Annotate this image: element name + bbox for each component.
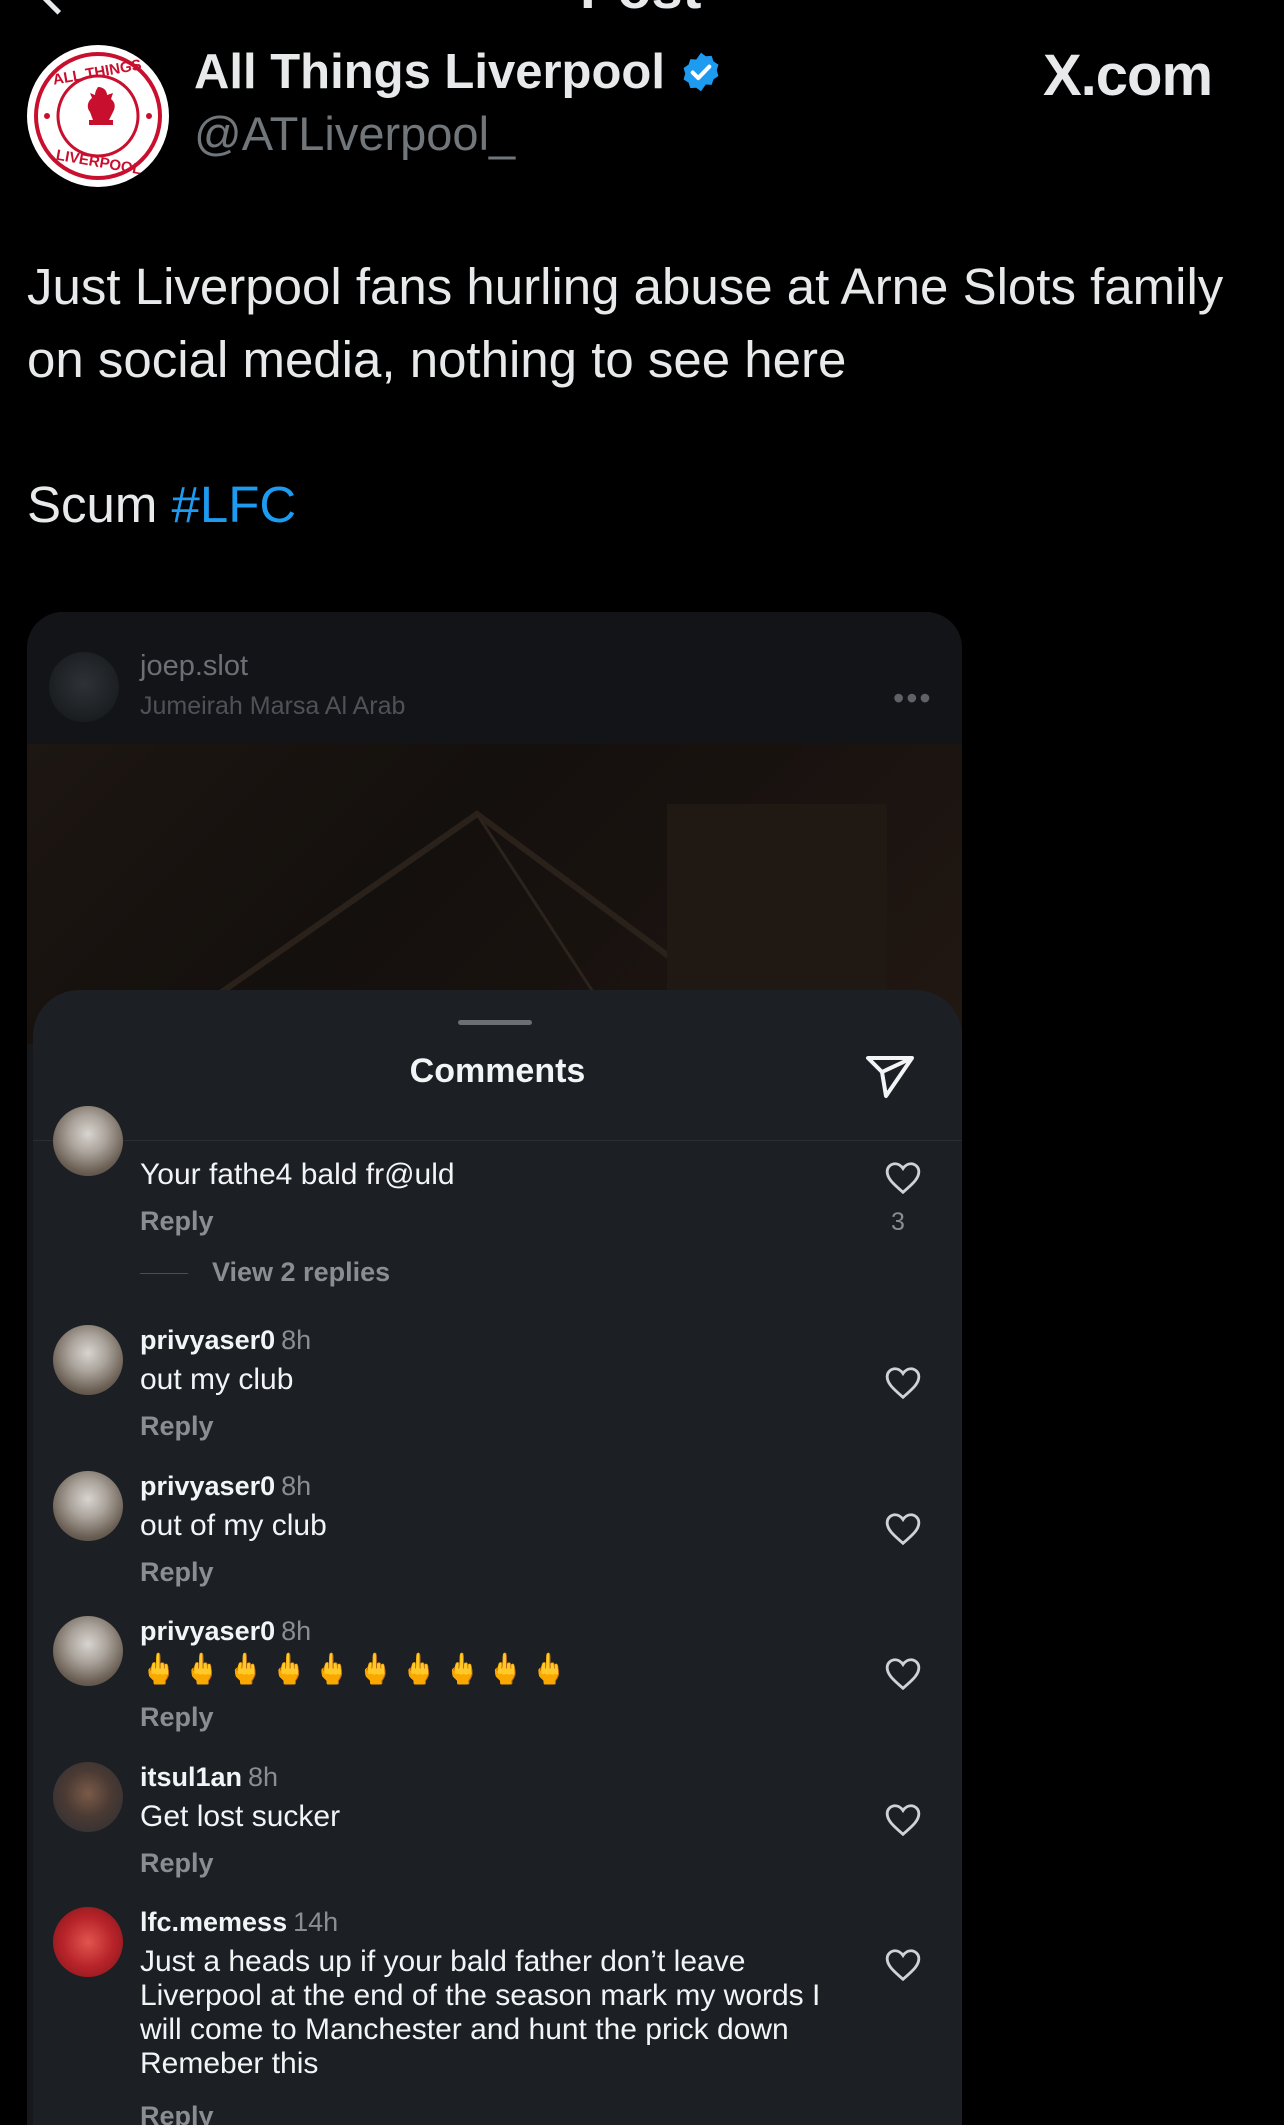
commenter-avatar[interactable] <box>53 1471 123 1541</box>
more-icon: ••• <box>893 680 933 716</box>
ig-username: joep.slot <box>140 650 249 682</box>
commenter-username: itsul1an 8h <box>140 1762 279 1792</box>
tweet-tag-line: Scum #LFC <box>27 468 296 541</box>
commenter-avatar[interactable] <box>53 1907 123 1977</box>
reply-button[interactable]: Reply <box>140 1557 214 1588</box>
commenter-avatar[interactable] <box>53 1106 123 1176</box>
comments-title: Comments <box>409 1052 586 1090</box>
comment-text: Just a heads up if your bald father don’… <box>140 1945 821 2080</box>
tweet-line: Just Liverpool fans hurling abuse at Arn… <box>27 258 1224 388</box>
back-arrow-icon[interactable] <box>38 0 77 15</box>
liverpool-badge-icon: ALL THINGS LIVERPOOL <box>29 47 167 185</box>
comment-emojis: 🖕🖕🖕🖕🖕🖕🖕🖕🖕🖕 <box>140 1653 574 1686</box>
hashtag-link[interactable]: #LFC <box>172 476 297 533</box>
verified-badge-icon <box>683 52 719 92</box>
tweet-text: Just Liverpool fans hurling abuse at Arn… <box>27 250 1227 533</box>
like-heart-icon[interactable] <box>884 1947 922 1983</box>
comment-text: Your fathe4 bald fr@uld <box>140 1158 455 1191</box>
send-icon[interactable] <box>864 1052 916 1100</box>
like-heart-icon[interactable] <box>884 1365 922 1401</box>
like-heart-icon[interactable] <box>884 1802 922 1838</box>
reply-button[interactable]: Reply <box>140 2101 214 2125</box>
commenter-avatar[interactable] <box>53 1325 123 1395</box>
like-heart-icon[interactable] <box>884 1511 922 1547</box>
top-bar: Post <box>0 0 1284 20</box>
commenter-username: privyaser0 8h <box>140 1325 312 1355</box>
comment-item: Your fathe4 bald fr@uld Reply 3 View 2 r… <box>33 1106 962 1290</box>
reply-button[interactable]: Reply <box>140 1411 214 1442</box>
ig-location: Jumeirah Marsa Al Arab <box>140 692 406 720</box>
comments-sheet: Comments Your fathe4 bald fr@uld Reply 3… <box>33 990 962 2125</box>
view-replies-button[interactable]: View 2 replies <box>140 1257 390 1288</box>
media-card[interactable]: joep.slot Jumeirah Marsa Al Arab ••• Com… <box>27 612 962 2125</box>
tweet-word: Scum <box>27 476 158 533</box>
reply-button[interactable]: Reply <box>140 1702 214 1733</box>
author-handle[interactable]: @ATLiverpool_ <box>194 106 515 161</box>
page-title: Post <box>580 0 701 21</box>
drag-handle[interactable] <box>458 1020 532 1025</box>
commenter-avatar[interactable] <box>53 1762 123 1832</box>
reply-button[interactable]: Reply <box>140 1206 214 1237</box>
comment-text: Get lost sucker <box>140 1800 341 1833</box>
ig-avatar <box>49 652 119 722</box>
comment-item: lfc.memess 14h Just a heads up if your ba… <box>33 1907 962 2125</box>
author-name[interactable]: All Things Liverpool <box>194 44 665 100</box>
commenter-username: lfc.memess 14h <box>140 1907 339 1937</box>
like-count: 3 <box>891 1208 905 1236</box>
comment-item: privyaser0 8h out of my club Reply <box>33 1471 962 1601</box>
comment-item: privyaser0 8h 🖕🖕🖕🖕🖕🖕🖕🖕🖕🖕 Reply <box>33 1616 962 1746</box>
commenter-username: privyaser0 8h <box>140 1471 312 1501</box>
ig-post-header: joep.slot Jumeirah Marsa Al Arab ••• <box>27 612 962 744</box>
like-heart-icon[interactable] <box>884 1160 922 1196</box>
author-name-row[interactable]: All Things Liverpool <box>194 44 723 100</box>
watermark-text: X.com <box>1043 43 1213 108</box>
comment-item: itsul1an 8h Get lost sucker Reply <box>33 1762 962 1892</box>
author-avatar[interactable]: ALL THINGS LIVERPOOL <box>27 45 169 187</box>
commenter-username: privyaser0 8h <box>140 1616 312 1646</box>
comment-text: out of my club <box>140 1509 327 1542</box>
commenter-avatar[interactable] <box>53 1616 123 1686</box>
like-heart-icon[interactable] <box>884 1656 922 1692</box>
comment-item: privyaser0 8h out my club Reply <box>33 1325 962 1455</box>
comment-text: out my club <box>140 1363 294 1396</box>
reply-button[interactable]: Reply <box>140 1848 214 1879</box>
